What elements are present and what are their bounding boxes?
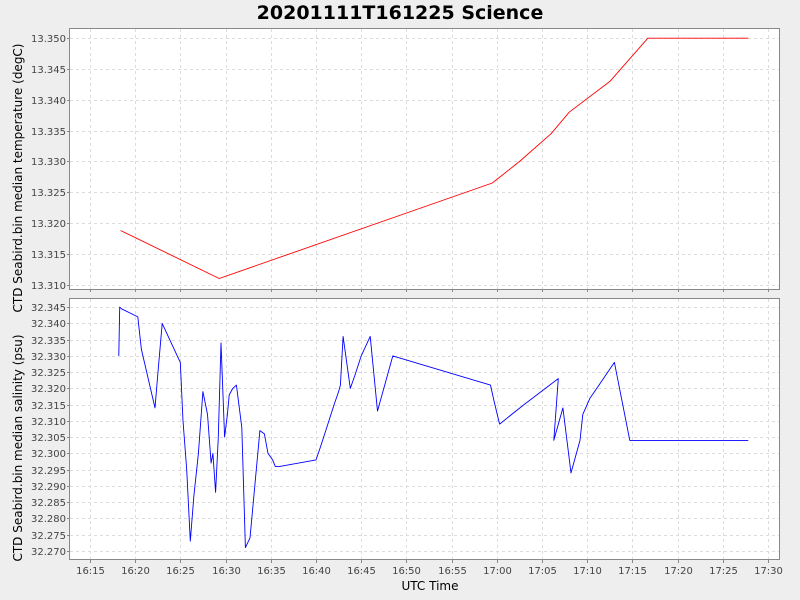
temperature-y-tick-label: 13.330 (31, 157, 66, 168)
x-tick-label: 16:55 (438, 566, 467, 577)
x-tick-label: 17:20 (664, 566, 693, 577)
temperature-y-tick-label: 13.315 (31, 250, 66, 261)
salinity-y-tick-label: 32.280 (31, 514, 66, 525)
salinity-y-tick-label: 32.345 (31, 303, 66, 314)
salinity-y-tick-label: 32.340 (31, 319, 66, 330)
x-tick-label: 17:10 (573, 566, 602, 577)
x-tick-label: 16:25 (166, 566, 195, 577)
salinity-y-tick-label: 32.285 (31, 498, 66, 509)
salinity-y-tick-label: 32.335 (31, 336, 66, 347)
x-tick-label: 16:35 (257, 566, 286, 577)
temperature-y-tick-label: 13.320 (31, 219, 66, 230)
temperature-y-axis-label: CTD Seabird.bin median temperature (degC… (11, 44, 25, 313)
temperature-y-tick-label: 13.340 (31, 96, 66, 107)
chart-title: 20201111T161225 Science (257, 2, 544, 24)
salinity-y-tick-label: 32.290 (31, 482, 66, 493)
salinity-y-tick-label: 32.300 (31, 449, 66, 460)
x-tick-label: 16:40 (302, 566, 331, 577)
temperature-y-tick-label: 13.325 (31, 188, 66, 199)
salinity-y-tick-label: 32.275 (31, 531, 66, 542)
salinity-panel: 32.270 32.275 32.280 32.285 32.290 32.295 32.3… (31, 298, 783, 577)
salinity-y-tick-label: 32.295 (31, 466, 66, 477)
temperature-y-tick-label: 13.345 (31, 65, 66, 76)
x-tick-label: 17:25 (709, 566, 738, 577)
chart-figure: 20201111T161225 Science 13.31013.31513.3… (11, 2, 783, 593)
salinity-y-tick-label: 32.320 (31, 384, 66, 395)
temperature-y-tick-label: 13.310 (31, 281, 66, 292)
temperature-plot-area (69, 28, 780, 290)
salinity-y-tick-label: 32.330 (31, 352, 66, 363)
x-tick-label: 17:00 (483, 566, 512, 577)
salinity-plot-area (69, 298, 780, 560)
x-tick-label: 16:50 (392, 566, 421, 577)
temperature-y-tick-label: 13.335 (31, 127, 66, 138)
x-tick-label: 17:15 (618, 566, 647, 577)
salinity-y-tick-label: 32.315 (31, 401, 66, 412)
x-tick-label: 16:15 (76, 566, 105, 577)
salinity-y-tick-label: 32.325 (31, 368, 66, 379)
salinity-y-tick-label: 32.305 (31, 433, 66, 444)
x-tick-label: 16:30 (212, 566, 241, 577)
x-tick-label: 16:20 (121, 566, 150, 577)
x-tick-label: 16:45 (347, 566, 376, 577)
x-tick-label: 17:05 (528, 566, 557, 577)
temperature-panel: 13.310 13.315 13.320 13.325 13.330 13.335 13.3… (31, 28, 780, 292)
salinity-y-tick-label: 32.310 (31, 417, 66, 428)
temperature-y-tick-label: 13.350 (31, 34, 66, 45)
salinity-y-tick-label: 32.270 (31, 547, 66, 558)
x-axis-label: UTC Time (402, 579, 459, 593)
x-tick-label: 17:30 (754, 566, 783, 577)
salinity-y-axis-label: CTD Seabird.bin median salinity (psu) (11, 334, 25, 561)
